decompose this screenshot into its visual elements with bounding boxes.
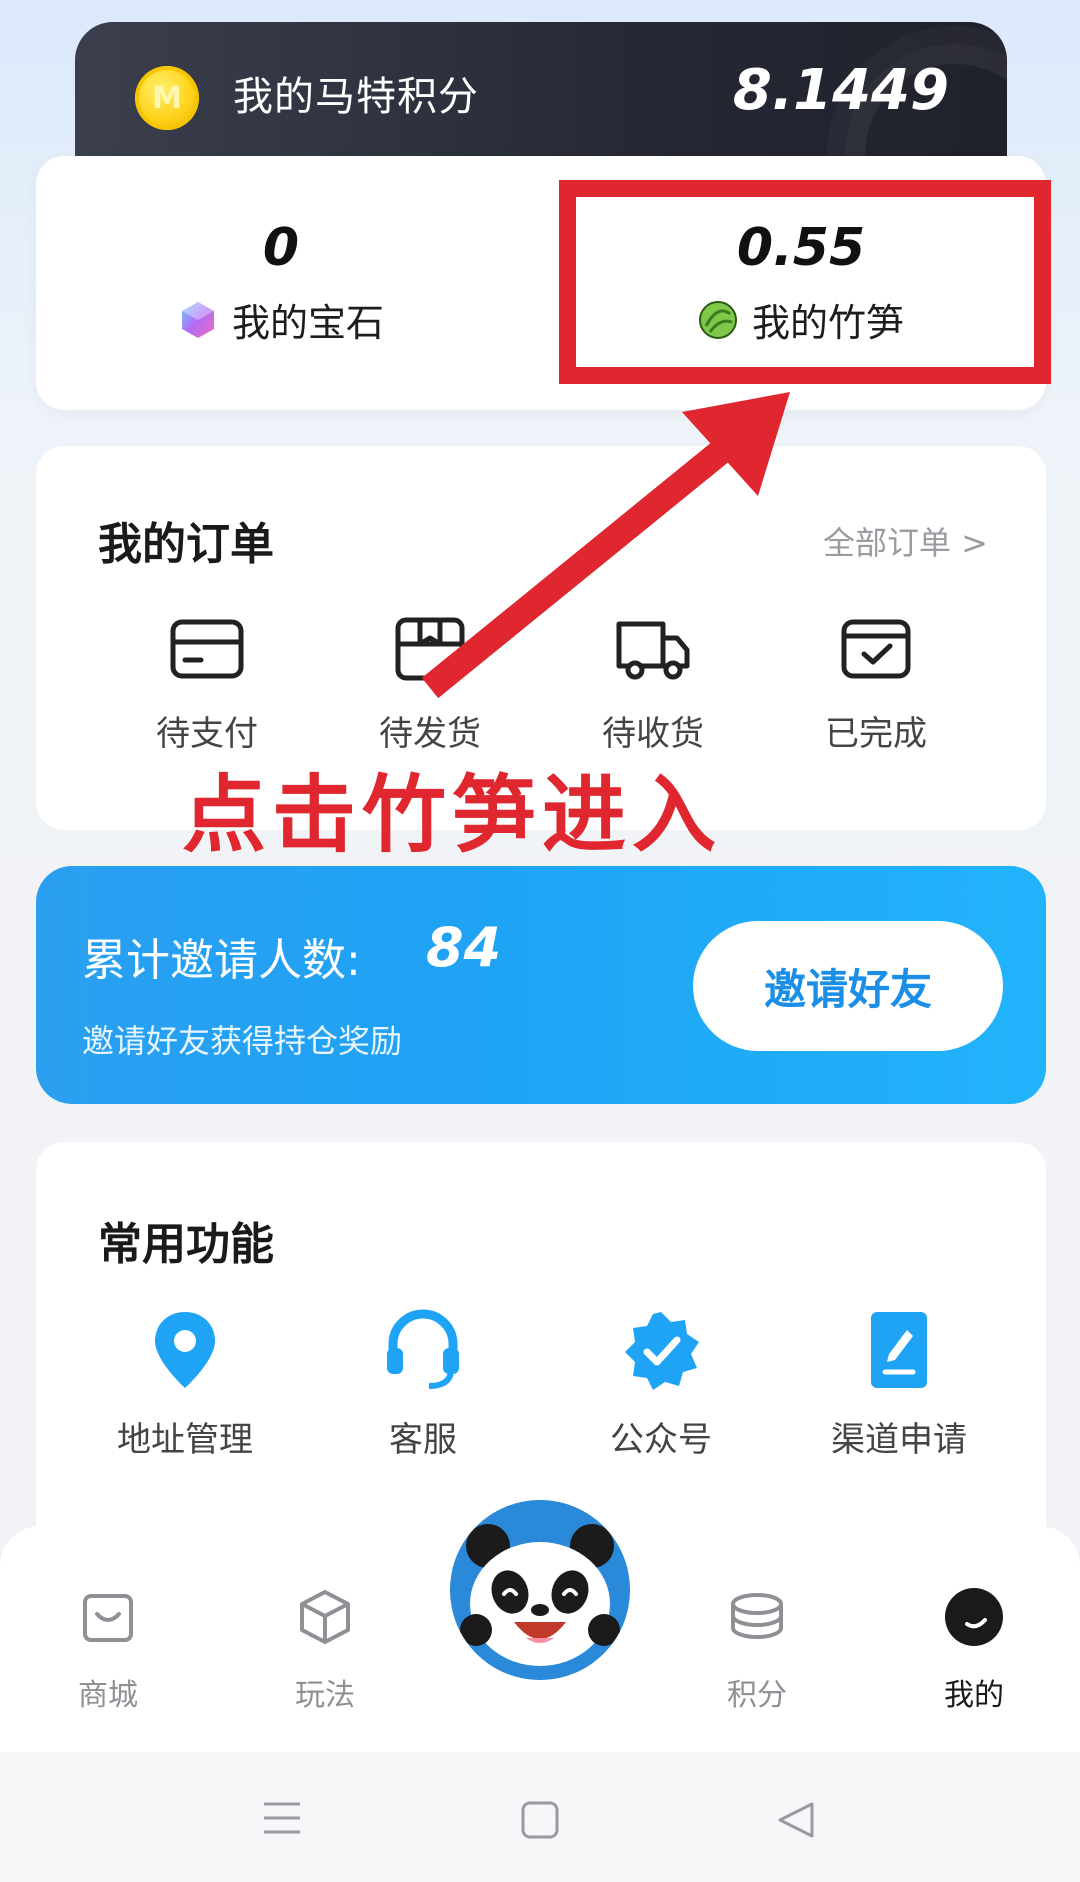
order-completed[interactable]: 已完成 [786,614,966,755]
annotation-text: 点击竹笋进入 [182,766,723,864]
invite-count-label: 累计邀请人数: [82,935,361,986]
verified-badge-icon [625,1312,699,1390]
coins-stack-icon [731,1593,783,1640]
function-label: 客服 [389,1420,457,1460]
order-pending-payment[interactable]: 待支付 [117,614,297,755]
document-edit-icon [871,1312,927,1388]
points-value: 8.1449 [732,58,949,123]
home-icon[interactable] [520,1800,560,1840]
gem-icon [181,301,214,338]
function-official-account[interactable]: 公众号 [561,1308,761,1461]
order-label: 已完成 [825,714,927,754]
gems-label: 我的宝石 [231,301,384,345]
gems-value: 0 [262,218,300,278]
tab-label: 积分 [727,1678,787,1713]
all-orders-link[interactable]: 全部订单 > [823,518,988,564]
completed-icon [841,619,911,679]
card-icon [170,619,244,679]
function-support[interactable]: 客服 [323,1308,523,1461]
orders-title: 我的订单 [98,519,274,570]
tab-mall[interactable]: 商城 [28,1586,188,1714]
tab-gameplay[interactable]: 玩法 [245,1586,405,1714]
system-navigation-bar [0,1752,1080,1882]
headset-icon [387,1309,459,1389]
function-channel-apply[interactable]: 渠道申请 [799,1308,999,1461]
shopping-bag-icon [83,1594,133,1642]
function-label: 公众号 [610,1420,712,1460]
tab-label: 玩法 [295,1678,355,1713]
tab-label: 我的 [944,1678,1004,1713]
panda-face [450,1500,630,1680]
function-label: 渠道申请 [831,1420,967,1460]
cube-icon [300,1590,350,1644]
function-label: 地址管理 [117,1420,253,1460]
invite-banner: 累计邀请人数: 84 邀请好友获得持仓奖励 邀请好友 [36,866,1046,1104]
gems-cell[interactable]: 0 我的宝石 [36,218,526,347]
back-icon[interactable] [776,1800,816,1840]
panda-avatar-icon[interactable] [450,1500,630,1680]
tab-points[interactable]: 积分 [677,1586,837,1714]
truck-icon [616,621,690,680]
points-banner[interactable]: M 我的马特积分 8.1449 [75,22,1007,172]
menu-icon[interactable] [262,1800,302,1836]
order-pending-shipment[interactable]: 待发货 [340,614,520,755]
highlight-box [559,180,1051,384]
invite-count-value: 84 [426,916,502,979]
package-icon [395,617,465,681]
order-pending-receipt[interactable]: 待收货 [563,614,743,755]
coin-letter: M [152,80,182,116]
points-label: 我的马特积分 [233,74,479,120]
functions-title: 常用功能 [98,1219,274,1270]
location-pin-icon [155,1312,215,1388]
function-address[interactable]: 地址管理 [85,1308,285,1461]
invite-friends-button[interactable]: 邀请好友 [693,921,1003,1051]
tab-mine[interactable]: 我的 [894,1586,1054,1714]
tab-label: 商城 [78,1678,138,1713]
coin-icon: M [135,66,199,130]
profile-icon [945,1588,1003,1646]
gems-label-row: 我的宝石 [36,292,526,347]
invite-subtitle: 邀请好友获得持仓奖励 [82,1022,403,1060]
